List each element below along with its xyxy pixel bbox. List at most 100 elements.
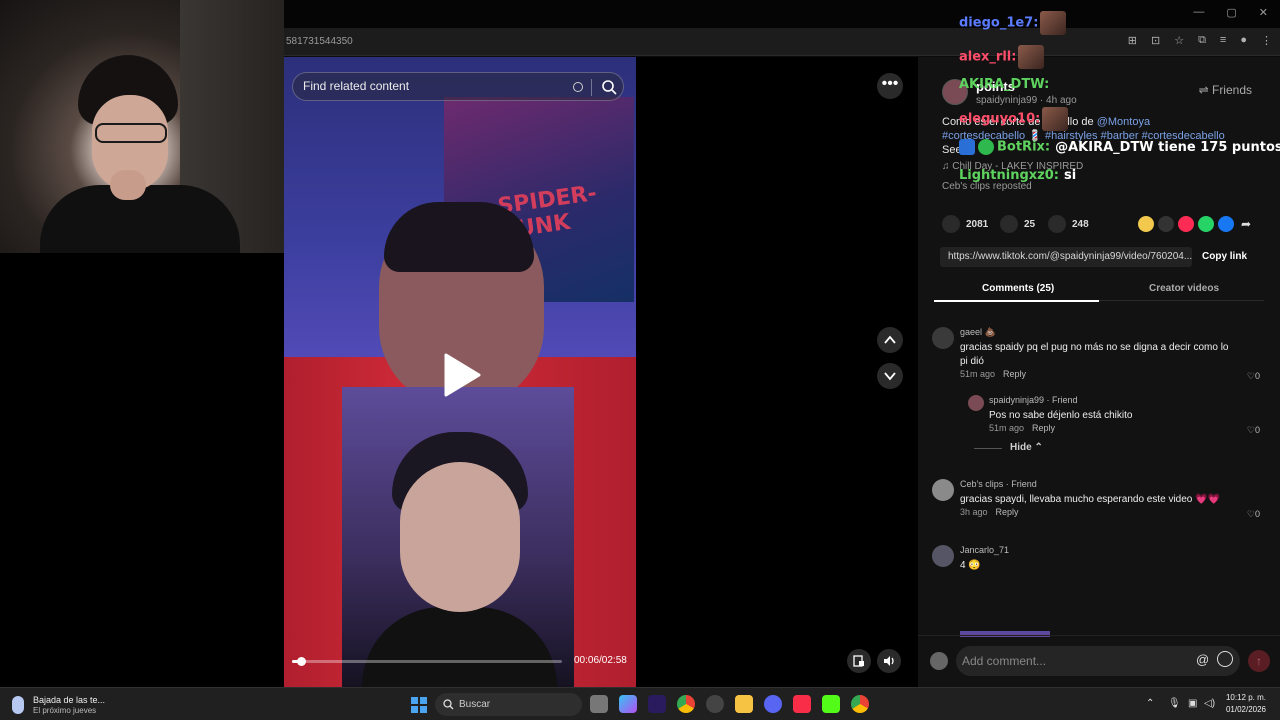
chat-message: diego_1e7: [959,11,1067,35]
chat-emote-icon [1040,11,1067,35]
heart-outline-icon: ♡ [1246,371,1255,381]
mention-icon[interactable]: @ [1196,652,1209,667]
chat-text: si [1063,168,1077,183]
chat-message: BotRix: @AKIRA_DTW tiene 175 puntos. [959,139,1280,155]
related-search-box[interactable] [292,72,624,101]
copilot-icon[interactable] [619,695,637,713]
comment-meta: 51m ago Reply [960,369,1027,379]
active-tab-indicator [934,300,1099,302]
volume-icon [884,656,894,666]
music-app-icon[interactable] [793,695,811,713]
chat-username: diego_1e7: [959,15,1039,31]
send-to-friend-icon[interactable] [1178,216,1194,232]
chat-text: @AKIRA_DTW tiene 175 puntos. [1055,139,1280,155]
chat-emote-icon [1018,45,1045,69]
chrome-profile-icon[interactable] [851,695,869,713]
comment-meta: 51m ago Reply [989,423,1056,433]
mini-player-button[interactable] [847,649,871,673]
screen: — ▢ ✕ 581731544350 ⊞ ⊡ ☆ ⧉ ≡ ● ⋮ SPIDER-… [0,0,1280,720]
facebook-icon[interactable] [1218,216,1234,232]
whatsapp-icon[interactable] [1198,216,1214,232]
reply-button[interactable]: Reply [1003,369,1026,379]
more-options-button[interactable]: ••• [877,73,903,99]
chat-username: Lightningxz0: [959,168,1059,183]
search-icon[interactable] [601,79,618,96]
chat-message: AKIRA_DTW: [959,77,1049,92]
comment-meta: 3h ago Reply [960,507,1019,517]
avatar[interactable] [968,395,984,411]
kick-icon[interactable] [822,695,840,713]
chevron-up-icon [884,335,896,344]
comment-item: Ceb's clips · Friend gracias spaydi, lle… [932,479,1272,519]
save-stat[interactable]: 248 [1048,215,1089,233]
comment-like[interactable]: ♡0 [1247,371,1260,382]
url-text[interactable]: 581731544350 [286,36,353,47]
microphone-icon[interactable]: 🎙 [1168,698,1181,709]
comment-text: gracias spaidy pq el pug no más no se di… [960,342,1229,367]
search-icon [443,699,454,710]
share-url[interactable]: https://www.tiktok.com/@spaidyninja99/vi… [940,247,1192,267]
previous-video-button[interactable] [877,327,903,353]
video-player[interactable]: SPIDER-PUNK Find related content 00:06/0… [284,57,636,687]
tabs: Comments (25) Creator videos [934,279,1264,302]
file-explorer-icon[interactable] [735,695,753,713]
next-video-button[interactable] [877,363,903,389]
reply-button[interactable]: Reply [1032,423,1055,433]
send-comment-button[interactable]: ↑ [1248,650,1270,672]
premiere-icon[interactable] [648,695,666,713]
like-stat[interactable]: 2081 [942,215,988,233]
related-search-input[interactable] [303,79,563,93]
reply-item: spaidyninja99 · Friend Pos no sabe déjen… [968,395,1272,435]
weather-title[interactable]: Bajada de las te... [33,695,105,705]
comment-author[interactable]: Ceb's clips · Friend [960,479,1037,489]
video-panel: SPIDER-PUNK Find related content 00:06/0… [284,57,918,687]
tab-creator-videos[interactable]: Creator videos [1149,283,1219,294]
comment-author[interactable]: spaidyninja99 · Friend [989,395,1078,405]
chat-message: alex_rll: [959,45,1045,69]
embed-icon[interactable] [1158,216,1174,232]
volume-button[interactable] [877,649,901,673]
avatar[interactable] [932,479,954,501]
hide-replies-button[interactable]: Hide ⌃ [1010,442,1043,453]
task-view-icon[interactable] [590,695,608,713]
share-link-row: https://www.tiktok.com/@spaidyninja99/vi… [940,247,1260,267]
clock-time[interactable]: 10:12 p. m. [1226,693,1266,702]
settings-icon[interactable] [706,695,724,713]
tab-comments[interactable]: Comments (25) [982,283,1054,294]
chat-badge-icon [959,139,975,155]
comment-like[interactable]: ♡0 [1247,425,1260,436]
start-button[interactable] [411,697,427,713]
comment-text: Pos no sabe déjenlo está chikito [989,410,1133,421]
copy-link-button[interactable]: Copy link [1202,251,1247,262]
volume-tray-icon[interactable]: ◁) [1204,698,1215,709]
stream-chat-overlay: diego_1e7: alex_rll: AKIRA_DTW: eleguyo10: B… [955,5,1280,187]
video-progress-bar[interactable] [292,657,562,666]
comment-like[interactable]: ♡0 [1247,509,1260,520]
clock-date[interactable]: 01/02/2026 [1226,705,1266,714]
stats-row: 2081 25 248 ➦ [942,215,1262,237]
bookmark-icon[interactable] [1048,215,1066,233]
heart-icon[interactable] [942,215,960,233]
emoji-icon[interactable] [1217,651,1233,667]
chat-username: eleguyo10: [959,111,1041,127]
network-icon[interactable]: ▣ [1188,698,1197,709]
video-time: 00:06/02:58 [574,655,627,666]
comment-icon[interactable] [1000,215,1018,233]
discord-icon[interactable] [764,695,782,713]
avatar[interactable] [932,545,954,567]
avatar[interactable] [932,327,954,349]
taskbar-search[interactable]: Buscar [435,693,582,716]
comment-stat[interactable]: 25 [1000,215,1035,233]
share-arrow-icon[interactable]: ➦ [1238,216,1254,232]
chrome-icon[interactable] [677,695,695,713]
taskbar: Bajada de las te... El próximo jueves Bu… [0,687,1280,720]
picture-in-picture-clip [342,387,574,687]
coin-icon[interactable] [1138,216,1154,232]
weather-icon[interactable] [12,696,24,714]
play-icon[interactable] [442,352,482,398]
reply-button[interactable]: Reply [996,507,1019,517]
tray-chevron-icon[interactable]: ⌃ [1146,698,1154,709]
comment-author[interactable]: gaeel 💩 [960,327,996,338]
comment-item: gaeel 💩 gracias spaidy pq el pug no más … [932,327,1272,387]
comment-author[interactable]: Jancarlo_71 [960,545,1009,555]
